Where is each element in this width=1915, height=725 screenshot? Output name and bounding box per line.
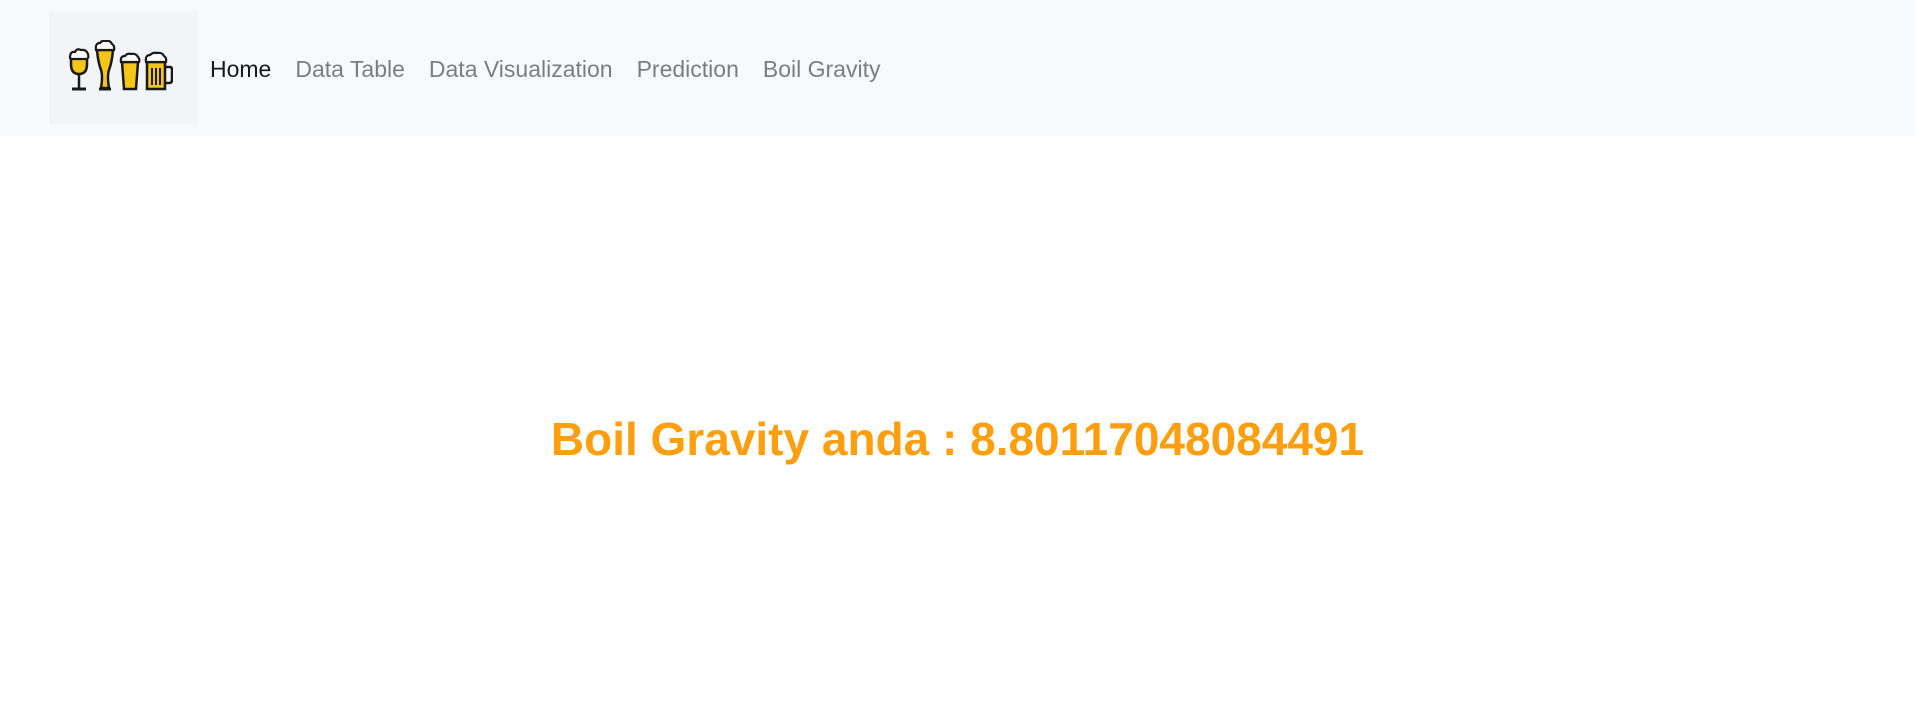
- nav-link-prediction[interactable]: Prediction: [625, 48, 751, 90]
- nav-links: Home Data Table Data Visualization Predi…: [198, 48, 892, 90]
- nav-link-data-table[interactable]: Data Table: [283, 48, 417, 90]
- beer-glasses-icon: [68, 40, 173, 91]
- nav-link-home[interactable]: Home: [198, 48, 283, 90]
- result-value: 8.80117048084491: [970, 413, 1365, 465]
- brand-logo[interactable]: [49, 11, 198, 124]
- nav-link-data-visualization[interactable]: Data Visualization: [417, 48, 625, 90]
- boil-gravity-result: Boil Gravity anda : 8.80117048084491: [0, 404, 1915, 474]
- nav-link-boil-gravity[interactable]: Boil Gravity: [751, 48, 893, 90]
- result-label: Boil Gravity anda :: [550, 413, 971, 465]
- navbar: Home Data Table Data Visualization Predi…: [0, 0, 1915, 136]
